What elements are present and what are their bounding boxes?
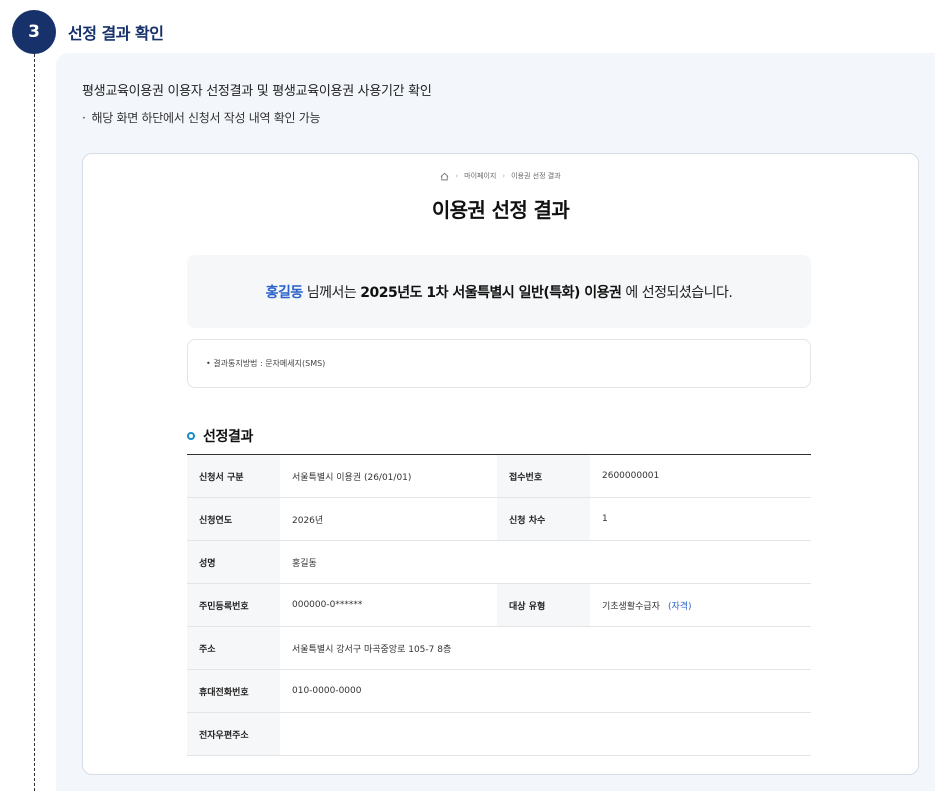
target-type-value: 기초생활수급자 [602, 601, 660, 612]
table-cell-target-type: 기초생활수급자 (자격) [590, 584, 811, 626]
table-header-cell: 성명 [187, 541, 280, 583]
table-cell: 2600000001 [602, 471, 660, 481]
table-cell: 서울특별시 이용권 (26/01/01) [292, 472, 412, 483]
table-header-cell: 대상 유형 [497, 584, 590, 626]
table-row: 주민등록번호 000000-0****** 대상 유형 기초생활수급자 (자격) [187, 584, 811, 627]
table-header-cell: 신청서 구분 [187, 455, 280, 497]
notification-method-box: • 결과통지방법 : 문자메세지(SMS) [187, 339, 811, 388]
notification-method-text: • 결과통지방법 : 문자메세지(SMS) [206, 359, 326, 368]
result-text-1: 님께서는 [302, 284, 361, 301]
table-header-cell: 주민등록번호 [187, 584, 280, 626]
table-cell: 서울특별시 강서구 마곡중앙로 105-7 8층 [292, 644, 452, 655]
breadcrumb-item-result[interactable]: 이용권 선정 결과 [511, 171, 561, 181]
step-title: 선정 결과 확인 [68, 24, 164, 43]
breadcrumb-separator: › [455, 172, 459, 180]
bullet-dot: · [82, 111, 86, 125]
table-header-cell: 신청 차수 [497, 498, 590, 540]
table-cell: 000000-0****** [292, 600, 363, 610]
qualification-link[interactable]: (자격) [668, 599, 692, 612]
table-header-cell: 주소 [187, 627, 280, 669]
result-table: 신청서 구분 서울특별시 이용권 (26/01/01) 접수번호 2600000… [187, 454, 811, 756]
home-icon[interactable] [440, 172, 449, 181]
step-section: 3 선정 결과 확인 평생교육이용권 이용자 선정결과 및 평생교육이용권 사용… [0, 0, 935, 791]
table-row: 신청연도 2026년 신청 차수 1 [187, 498, 811, 541]
section-title: 선정결과 [203, 429, 253, 445]
breadcrumb-separator: › [502, 172, 506, 180]
description-bullet: · 해당 화면 하단에서 신청서 작성 내역 확인 가능 [82, 109, 320, 126]
table-cell [280, 713, 811, 755]
selection-result-banner: 홍길동 님께서는 2025년도 1차 서울특별시 일반(특화) 이용권 에 선정… [187, 255, 811, 328]
ring-bullet-icon [187, 432, 195, 440]
breadcrumb: › 마이페이지 › 이용권 선정 결과 [83, 171, 918, 181]
table-header-cell: 전자우편주소 [187, 713, 280, 755]
screenshot-card: › 마이페이지 › 이용권 선정 결과 이용권 선정 결과 홍길동 님께서는 2… [82, 153, 919, 775]
step-dashed-line [34, 54, 35, 791]
table-row: 성명 홍길동 [187, 541, 811, 584]
table-cell: 010-0000-0000 [292, 686, 362, 696]
step-number-badge: 3 [12, 10, 56, 54]
description-main: 평생교육이용권 이용자 선정결과 및 평생교육이용권 사용기간 확인 [82, 84, 432, 99]
table-row: 휴대전화번호 010-0000-0000 [187, 670, 811, 713]
page-title: 이용권 선정 결과 [431, 198, 570, 222]
table-row: 신청서 구분 서울특별시 이용권 (26/01/01) 접수번호 2600000… [187, 455, 811, 498]
table-cell: 2026년 [292, 515, 324, 526]
result-program: 2025년도 1차 서울특별시 일반(특화) 이용권 [360, 284, 622, 301]
table-row: 주소 서울특별시 강서구 마곡중앙로 105-7 8층 [187, 627, 811, 670]
table-cell: 1 [602, 514, 608, 524]
result-text-2: 에 선정되셨습니다. [621, 284, 733, 301]
applicant-name: 홍길동 [265, 284, 304, 301]
breadcrumb-item-mypage[interactable]: 마이페이지 [464, 171, 496, 181]
table-header-cell: 신청연도 [187, 498, 280, 540]
section-heading: 선정결과 [187, 426, 253, 446]
description-bullet-text: 해당 화면 하단에서 신청서 작성 내역 확인 가능 [91, 111, 321, 125]
table-header-cell: 접수번호 [497, 455, 590, 497]
table-header-cell: 휴대전화번호 [187, 670, 280, 712]
table-row: 전자우편주소 [187, 713, 811, 756]
table-cell: 홍길동 [292, 558, 317, 569]
